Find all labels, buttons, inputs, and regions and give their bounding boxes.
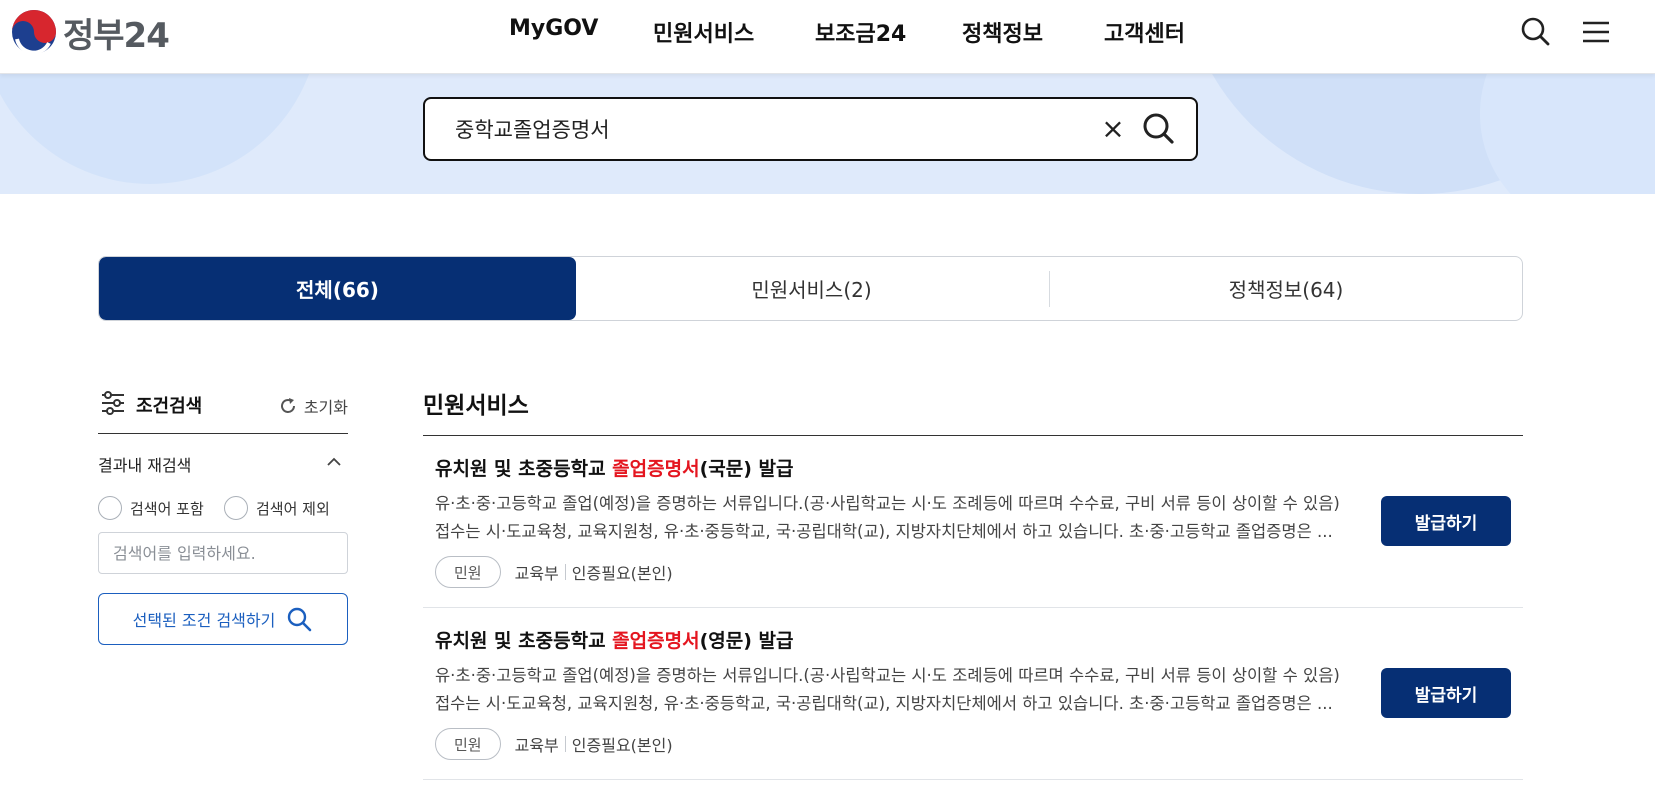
search-icon [288,607,312,632]
item-meta: 민원 교육부 인증필요(본인) [435,556,673,588]
item-description: 유·초·중·고등학교 졸업(예정)을 증명하는 서류입니다.(공·사립학교는 시… [435,490,1355,546]
search-icon[interactable] [1518,14,1554,50]
meta-divider [564,564,566,580]
issue-button[interactable]: 발급하기 [1381,668,1511,718]
list-item: 유치원 및 초중등학교 졸업증명서(영문) 발급 유·초·중·고등학교 졸업(예… [423,608,1523,780]
tab-policy-info[interactable]: 정책정보(64) [1050,257,1522,320]
chevron-up-icon[interactable] [326,454,342,470]
filter-sidebar: 조건검색 초기화 결과내 재검색 검색어 포함 검색어 제외 선택된 조건 검색… [98,386,348,645]
taegeuk-logo-icon [12,10,56,55]
section-title: 민원서비스 [423,378,1523,436]
result-tabs: 전체(66) 민원서비스(2) 정책정보(64) [98,256,1523,321]
filter-header: 조건검색 초기화 [98,386,348,434]
tab-all[interactable]: 전체(66) [99,257,576,320]
item-meta: 민원 교육부 인증필요(본인) [435,728,673,760]
nav-subsidy24[interactable]: 보조금24 [815,16,906,48]
item-title-highlight: 졸업증명서 [612,458,700,480]
radio-include-circle[interactable] [98,496,122,520]
nav-customer-center[interactable]: 고객센터 [1104,16,1185,48]
item-desc-line1: 유·초·중·고등학교 졸업(예정)을 증명하는 서류입니다.(공·사립학교는 시… [435,666,1340,685]
search-submit-icon[interactable] [1139,109,1179,149]
logo-text: 정부24 [63,15,170,56]
radio-include-label: 검색어 포함 [130,499,204,518]
apply-filter-button[interactable]: 선택된 조건 검색하기 [98,593,348,645]
site-header: 정부24 MyGOV 민원서비스 보조금24 정책정보 고객센터 [0,0,1655,74]
hamburger-menu-icon[interactable] [1578,14,1614,50]
tab-civil-service[interactable]: 민원서비스(2) [576,257,1047,320]
issue-button[interactable]: 발급하기 [1381,496,1511,546]
item-tag: 민원 [435,556,501,588]
radio-exclude[interactable]: 검색어 제외 [224,496,330,520]
radio-group: 검색어 포함 검색어 제외 [98,488,348,530]
item-title[interactable]: 유치원 및 초중등학교 졸업증명서(영문) 발급 [435,626,793,653]
nav-policy-info[interactable]: 정책정보 [962,16,1043,48]
main-nav: MyGOV 민원서비스 보조금24 정책정보 고객센터 [0,0,1655,64]
item-org: 교육부 [514,736,559,755]
item-auth: 인증필요(본인) [571,736,673,755]
item-title-suffix: (영문) 발급 [699,630,794,652]
item-title-prefix: 유치원 및 초중등학교 [435,630,613,652]
meta-divider [564,736,566,752]
item-desc-line1: 유·초·중·고등학교 졸업(예정)을 증명하는 서류입니다.(공·사립학교는 시… [435,494,1340,513]
refine-search-input[interactable] [98,532,348,574]
refresh-icon [280,398,295,413]
item-title-suffix: (국문) 발급 [699,458,794,480]
nav-civil-service[interactable]: 민원서비스 [653,16,754,48]
item-title-highlight: 졸업증명서 [612,630,700,652]
nav-mygov[interactable]: MyGOV [509,16,598,41]
item-title[interactable]: 유치원 및 초중등학교 졸업증명서(국문) 발급 [435,454,793,481]
item-org: 교육부 [514,564,559,583]
item-auth: 인증필요(본인) [571,564,673,583]
search-input[interactable] [453,111,1073,147]
logo[interactable]: 정부24 [11,8,170,56]
refine-search-section: 결과내 재검색 [98,434,348,486]
reset-button[interactable]: 초기화 [278,394,348,418]
search-box: × [423,97,1198,161]
list-item: 유치원 및 초중등학교 졸업증명서(국문) 발급 유·초·중·고등학교 졸업(예… [423,436,1523,608]
refine-search-title: 결과내 재검색 [98,456,192,475]
apply-filter-label: 선택된 조건 검색하기 [132,611,276,630]
radio-exclude-circle[interactable] [224,496,248,520]
item-desc-line2: 접수는 시·도교육청, 교육지원청, 유·초·중등학교, 국·공립대학(교), … [435,694,1333,713]
filter-title: 조건검색 [136,396,203,417]
clear-search-button[interactable]: × [1097,113,1129,145]
item-description: 유·초·중·고등학교 졸업(예정)을 증명하는 서류입니다.(공·사립학교는 시… [435,662,1355,718]
reset-label: 초기화 [303,398,348,417]
radio-include[interactable]: 검색어 포함 [98,496,204,520]
item-tag: 민원 [435,728,501,760]
item-title-prefix: 유치원 및 초중등학교 [435,458,613,480]
filter-sliders-icon [102,391,124,415]
radio-exclude-label: 검색어 제외 [256,499,330,518]
results-panel: 민원서비스 유치원 및 초중등학교 졸업증명서(국문) 발급 유·초·중·고등학… [423,378,1523,780]
item-desc-line2: 접수는 시·도교육청, 교육지원청, 유·초·중등학교, 국·공립대학(교), … [435,522,1333,541]
